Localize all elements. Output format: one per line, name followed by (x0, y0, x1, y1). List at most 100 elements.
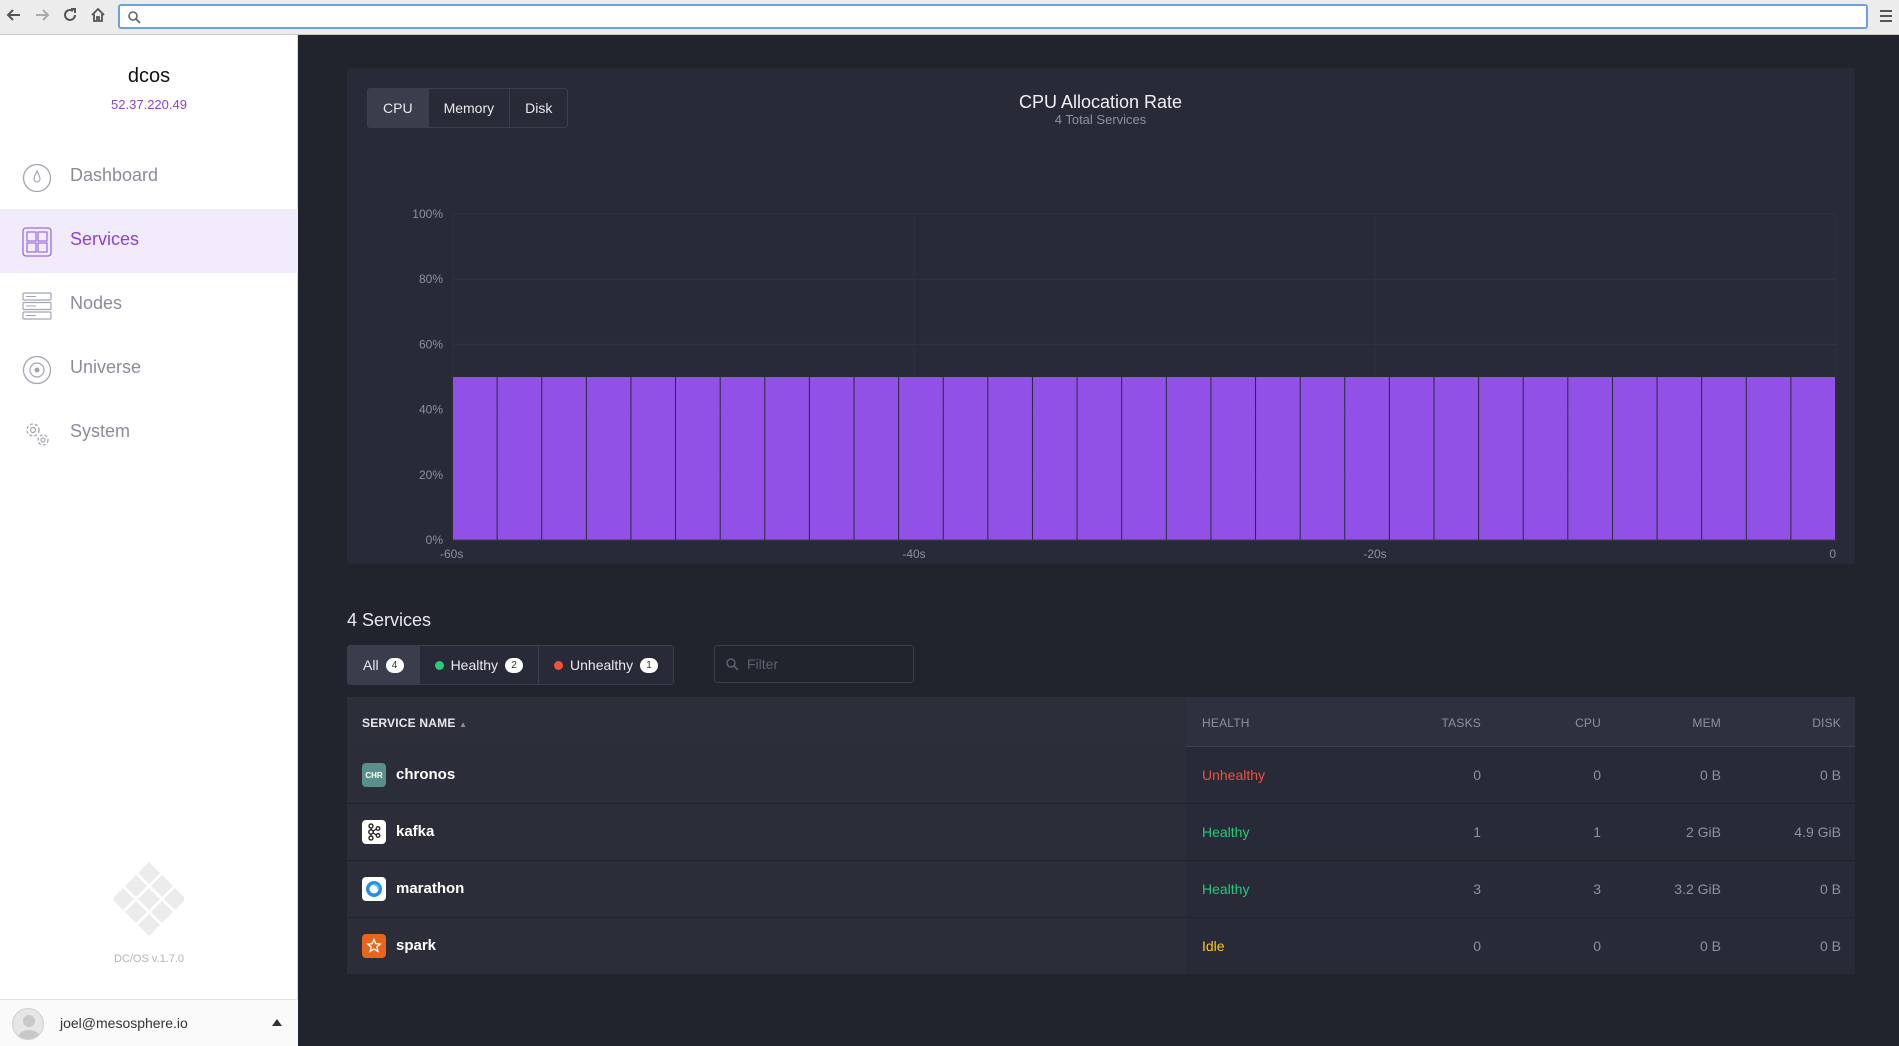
nodes-icon (22, 292, 52, 320)
mem-value: 0 B (1699, 767, 1721, 783)
mem-value: 0 B (1699, 938, 1721, 954)
y-tick-label: 40% (419, 403, 443, 417)
cluster-name[interactable]: dcos (0, 65, 298, 88)
services-table: SERVICE NAME ▲ HEALTH TASKS CPU MEM DISK… (347, 697, 1855, 975)
unhealthy-dot-icon (554, 660, 564, 670)
disk-value: 0 B (1819, 881, 1841, 897)
cpu-value: 0 (1593, 767, 1601, 783)
count-badge: 2 (505, 657, 524, 673)
filter-unhealthy[interactable]: Unhealthy 1 (539, 646, 674, 684)
filter-label: All (363, 657, 379, 673)
health-filter-tabs: All 4 Healthy 2 Unhealthy 1 (347, 645, 675, 685)
disk-value: 4.9 GiB (1794, 824, 1841, 840)
caret-up-icon[interactable] (272, 1019, 282, 1026)
service-name-link[interactable]: chronos (396, 766, 455, 783)
sidebar-item-system[interactable]: System (0, 401, 298, 465)
chart-bar (1389, 377, 1434, 540)
chart-bar (1211, 377, 1256, 540)
search-icon (726, 658, 739, 671)
service-name-link[interactable]: marathon (396, 880, 464, 897)
x-tick-label: -40s (902, 547, 925, 561)
chart-bar (1791, 377, 1835, 540)
sidebar-item-nodes[interactable]: Nodes (0, 273, 298, 337)
filter-all[interactable]: All 4 (348, 646, 420, 684)
reload-icon[interactable] (58, 5, 82, 29)
chart-bar (453, 377, 497, 540)
health-status: Healthy (1202, 881, 1250, 897)
sidebar-item-label: Universe (70, 357, 142, 377)
back-arrow-icon[interactable] (2, 5, 26, 29)
column-health[interactable]: HEALTH (1202, 716, 1250, 730)
sidebar-item-label: System (70, 421, 131, 441)
kafka-icon (362, 820, 386, 844)
chart-bar (676, 377, 720, 540)
sidebar-item-label: Dashboard (70, 165, 159, 185)
chart-bar (1479, 377, 1523, 540)
system-icon (26, 423, 49, 446)
chart-bar (1657, 377, 1702, 540)
sidebar-item-label: Nodes (70, 293, 123, 313)
chart-bar (1523, 377, 1568, 540)
sidebar: dcos 52.37.220.49 Dashboard Services Nod… (0, 35, 298, 1046)
address-input[interactable] (120, 6, 1866, 27)
avatar[interactable] (12, 1008, 44, 1040)
universe-icon (22, 355, 52, 385)
sidebar-item-dashboard[interactable]: Dashboard (0, 145, 298, 209)
cluster-ip: 52.37.220.49 (111, 97, 187, 112)
table-row[interactable]: spark Idle 0 0 0 B 0 B (347, 918, 1855, 975)
chart-bar (720, 377, 765, 540)
sidebar-item-universe[interactable]: Universe (0, 337, 298, 401)
health-status: Idle (1202, 938, 1225, 954)
cpu-allocation-chart: 0% 20% 40% 60% 80% 100% -60s -40s -20s 0 (412, 207, 1837, 561)
chart-bar (1122, 377, 1166, 540)
filter-input[interactable] (715, 646, 913, 682)
column-disk[interactable]: DISK (1812, 716, 1841, 730)
address-bar[interactable] (118, 4, 1868, 29)
chart-bar (899, 377, 943, 540)
service-name-link[interactable]: spark (396, 937, 436, 954)
column-service-name[interactable]: SERVICE NAME ▲ (362, 716, 467, 730)
column-mem[interactable]: MEM (1692, 716, 1721, 730)
spark-icon (362, 934, 386, 958)
health-status: Healthy (1202, 824, 1250, 840)
chart-bar (1345, 377, 1389, 540)
column-cpu[interactable]: CPU (1575, 716, 1601, 730)
marathon-icon (362, 877, 386, 901)
table-row[interactable]: kafka Healthy 1 1 2 GiB 4.9 GiB (347, 804, 1855, 861)
chart-bar (497, 377, 542, 540)
browser-toolbar (0, 0, 1899, 35)
count-badge: 1 (640, 657, 659, 673)
user-account-bar[interactable]: joel@mesosphere.io (0, 999, 298, 1046)
tasks-value: 0 (1473, 767, 1481, 783)
forward-arrow-icon[interactable] (30, 5, 54, 29)
table-row[interactable]: marathon Healthy 3 3 3.2 GiB 0 B (347, 861, 1855, 918)
dcos-logo-icon (114, 862, 184, 936)
sidebar-item-label: Services (70, 229, 140, 249)
service-name-link[interactable]: kafka (396, 823, 434, 840)
y-tick-label: 80% (419, 272, 443, 286)
sidebar-item-services[interactable]: Services (0, 209, 298, 273)
home-icon[interactable] (86, 5, 110, 29)
chart-bar (765, 377, 809, 540)
chart-bar (1077, 377, 1122, 540)
chart-bar (631, 377, 676, 540)
tasks-value: 0 (1473, 938, 1481, 954)
version-label: DC/OS v.1.7.0 (113, 953, 185, 965)
y-tick-label: 60% (419, 337, 443, 351)
table-row[interactable]: CHR chronos Unhealthy 0 0 0 B 0 B (347, 747, 1855, 804)
mem-value: 3.2 GiB (1674, 881, 1721, 897)
hamburger-menu-icon[interactable] (1877, 6, 1895, 26)
filter-healthy[interactable]: Healthy 2 (419, 646, 540, 684)
search-icon (128, 11, 141, 24)
chart-bar (1702, 377, 1746, 540)
chronos-icon: CHR (362, 763, 386, 787)
filter-field[interactable] (714, 645, 914, 683)
disk-value: 0 B (1819, 938, 1841, 954)
services-icon (22, 227, 52, 257)
chart-bar (1568, 377, 1612, 540)
chart-bar (809, 377, 854, 540)
chart-bar (586, 377, 631, 540)
disk-value: 0 B (1819, 767, 1841, 783)
column-tasks[interactable]: TASKS (1442, 716, 1481, 730)
cpu-value: 0 (1593, 938, 1601, 954)
